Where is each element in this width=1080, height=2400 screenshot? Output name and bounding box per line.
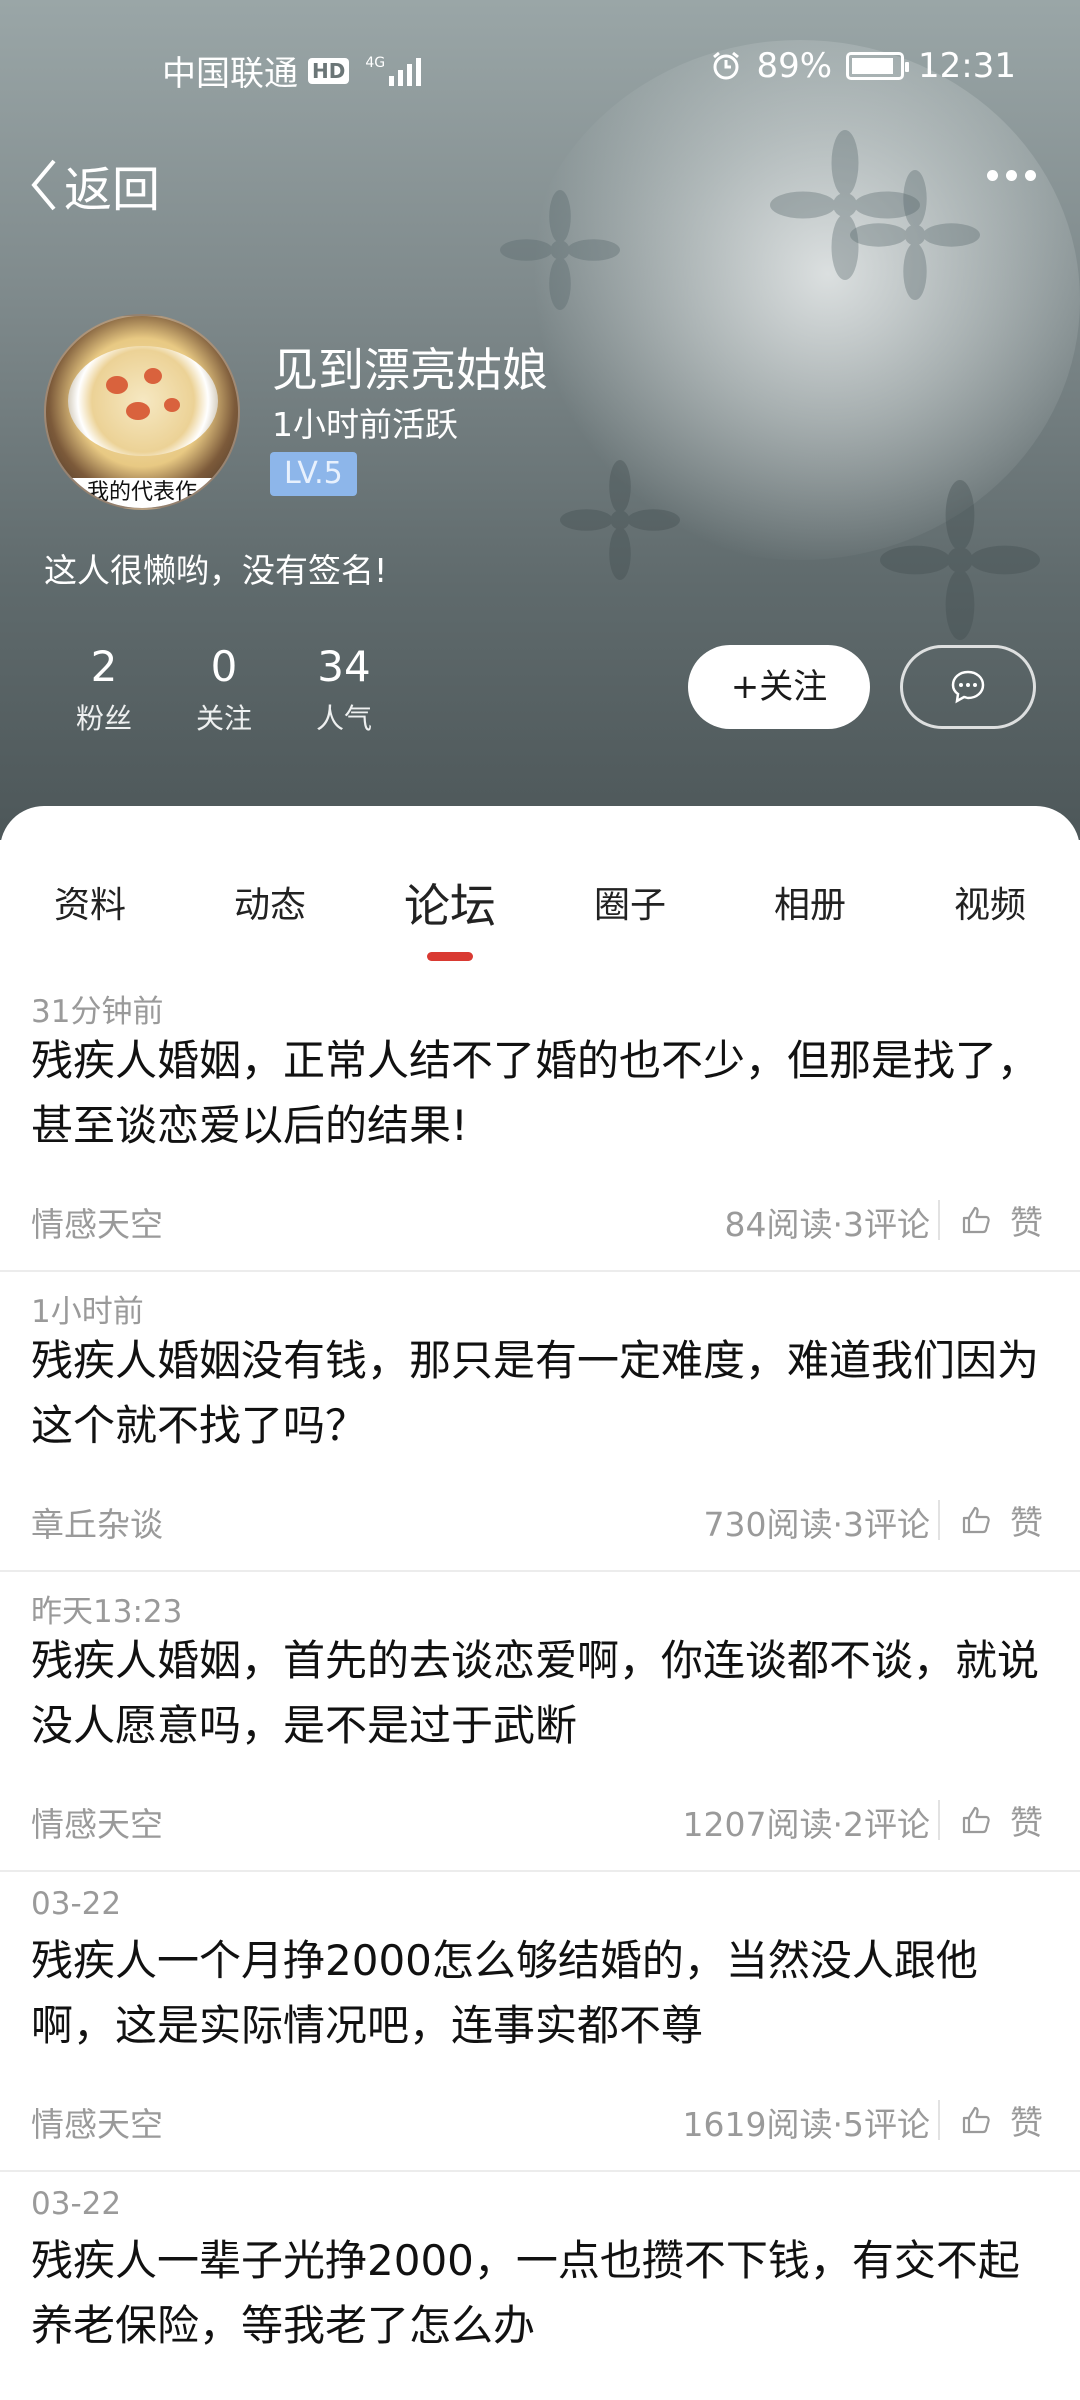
stat-popularity: 34 人气 (284, 642, 404, 737)
avatar-image (68, 346, 218, 456)
more-options-icon[interactable] (987, 170, 1036, 181)
network-type: 4G (365, 54, 386, 71)
post-title[interactable]: 残疾人婚姻没有钱，那只是有一定难度，难道我们因为这个就不找了吗？ (31, 1328, 1051, 1458)
post-category[interactable]: 章丘杂谈 (31, 1498, 163, 1546)
chevron-left-icon (31, 159, 56, 211)
decorative-flower-icon (560, 460, 680, 580)
chat-bubble-icon (951, 670, 985, 704)
hd-badge: HD (308, 57, 350, 84)
alarm-icon (713, 51, 740, 80)
stat-label: 关注 (195, 702, 252, 735)
follow-button[interactable]: +关注 (688, 645, 870, 729)
post-title[interactable]: 残疾人婚姻，首先的去谈恋爱啊，你连谈都不谈，就说没人愿意吗，是不是过于武断 (31, 1628, 1051, 1758)
message-button[interactable] (900, 645, 1036, 729)
battery-fill (852, 58, 893, 74)
list-item[interactable]: 31分钟前 残疾人婚姻，正常人结不了婚的也不少，但那是找了，甚至谈恋爱以后的结果… (0, 972, 1080, 1272)
profile-header: 中国联通 HD 4G 89% 12:31 返回 我的代表作 见到漂亮姑娘 1小时… (0, 0, 1080, 840)
battery-icon (846, 52, 910, 80)
post-time: 03-22 (31, 2186, 122, 2222)
back-button[interactable]: 返回 (28, 150, 160, 220)
avatar[interactable]: 我的代表作 (44, 314, 240, 510)
tab-bar: 资料 动态 论坛 圈子 相册 视频 (0, 876, 1080, 966)
top-nav: 返回 (0, 150, 1080, 220)
post-title[interactable]: 残疾人一辈子光挣2000，一点也攒不下钱，有交不起养老保险，等我老了怎么办 (31, 2228, 1051, 2358)
avatar-caption: 我的代表作 (46, 478, 238, 508)
thumbs-up-icon (962, 1506, 990, 1534)
active-status: 1小时前活跃 (272, 405, 458, 444)
tab-profile-info[interactable]: 资料 (0, 876, 180, 928)
list-item[interactable]: 03-22 残疾人一辈子光挣2000，一点也攒不下钱，有交不起养老保险，等我老了… (0, 2172, 1080, 2400)
divider (938, 1200, 940, 1240)
post-time: 03-22 (31, 1886, 122, 1922)
post-title[interactable]: 残疾人婚姻，正常人结不了婚的也不少，但那是找了，甚至谈恋爱以后的结果! (31, 1028, 1051, 1158)
stat-following[interactable]: 0 关注 (164, 642, 284, 737)
like-label: 赞 (1010, 1203, 1043, 1242)
post-time: 1小时前 (31, 1294, 144, 1330)
list-item[interactable]: 03-22 残疾人一个月挣2000怎么够结婚的，当然没人跟他啊，这是实际情况吧，… (0, 1872, 1080, 2172)
signature: 这人很懒哟，没有签名! (44, 551, 388, 590)
profile-name: 见到漂亮姑娘 (272, 343, 548, 397)
stat-value: 34 (317, 642, 371, 691)
post-meta: 1207阅读·2评论 (682, 1805, 930, 1844)
post-time: 31分钟前 (31, 994, 164, 1030)
post-category[interactable]: 情感天空 (31, 1198, 163, 1246)
tab-video[interactable]: 视频 (900, 876, 1080, 928)
post-category[interactable]: 情感天空 (31, 2098, 163, 2146)
divider (938, 1800, 940, 1840)
list-item[interactable]: 昨天13:23 残疾人婚姻，首先的去谈恋爱啊，你连谈都不谈，就说没人愿意吗，是不… (0, 1572, 1080, 1872)
active-tab-indicator (427, 952, 473, 961)
post-title[interactable]: 残疾人一个月挣2000怎么够结婚的，当然没人跟他啊，这是实际情况吧，连事实都不尊 (31, 1928, 1051, 2058)
tab-activity[interactable]: 动态 (180, 876, 360, 928)
divider (938, 1500, 940, 1540)
decorative-flower-icon (880, 480, 1040, 640)
like-button[interactable]: 赞 (960, 1496, 1043, 1544)
post-meta: 1619阅读·5评论 (682, 2105, 930, 2144)
thumbs-up-icon (962, 1206, 990, 1234)
stat-value: 2 (90, 642, 118, 691)
thumbs-up-icon (962, 1806, 990, 1834)
clock: 12:31 (918, 46, 1016, 86)
content-card: 资料 动态 论坛 圈子 相册 视频 31分钟前 残疾人婚姻，正常人结不了婚的也不… (0, 806, 1080, 2400)
profile-stats: 2 粉丝 0 关注 34 人气 (44, 642, 404, 737)
carrier-info: 中国联通 HD 4G (162, 46, 422, 95)
signal-icon: 4G (365, 54, 422, 86)
level-badge: LV.5 (270, 452, 357, 496)
like-button[interactable]: 赞 (960, 1796, 1043, 1844)
like-button[interactable]: 赞 (960, 2096, 1043, 2144)
battery-percent: 89% (756, 46, 833, 86)
carrier-name: 中国联通 (162, 54, 298, 94)
stat-value: 0 (210, 642, 238, 691)
post-category[interactable]: 情感天空 (31, 1798, 163, 1846)
stat-label: 粉丝 (75, 702, 132, 735)
status-right: 89% 12:31 (710, 46, 1016, 86)
post-meta: 730阅读·3评论 (703, 1505, 930, 1544)
post-meta: 84阅读·3评论 (724, 1205, 930, 1244)
tab-forum[interactable]: 论坛 (360, 870, 540, 936)
stat-fans[interactable]: 2 粉丝 (44, 642, 164, 737)
post-time: 昨天13:23 (31, 1594, 183, 1630)
like-label: 赞 (1010, 2103, 1043, 2142)
status-bar: 中国联通 HD 4G 89% 12:31 (0, 0, 1080, 140)
like-button[interactable]: 赞 (960, 1196, 1043, 1244)
list-item[interactable]: 1小时前 残疾人婚姻没有钱，那只是有一定难度，难道我们因为这个就不找了吗？ 章丘… (0, 1272, 1080, 1572)
tab-circles[interactable]: 圈子 (540, 876, 720, 928)
stat-label: 人气 (315, 702, 372, 735)
divider (938, 2100, 940, 2140)
back-label: 返回 (64, 162, 161, 218)
tab-album[interactable]: 相册 (720, 876, 900, 928)
like-label: 赞 (1010, 1503, 1043, 1542)
like-label: 赞 (1010, 1803, 1043, 1842)
thumbs-up-icon (962, 2106, 990, 2134)
